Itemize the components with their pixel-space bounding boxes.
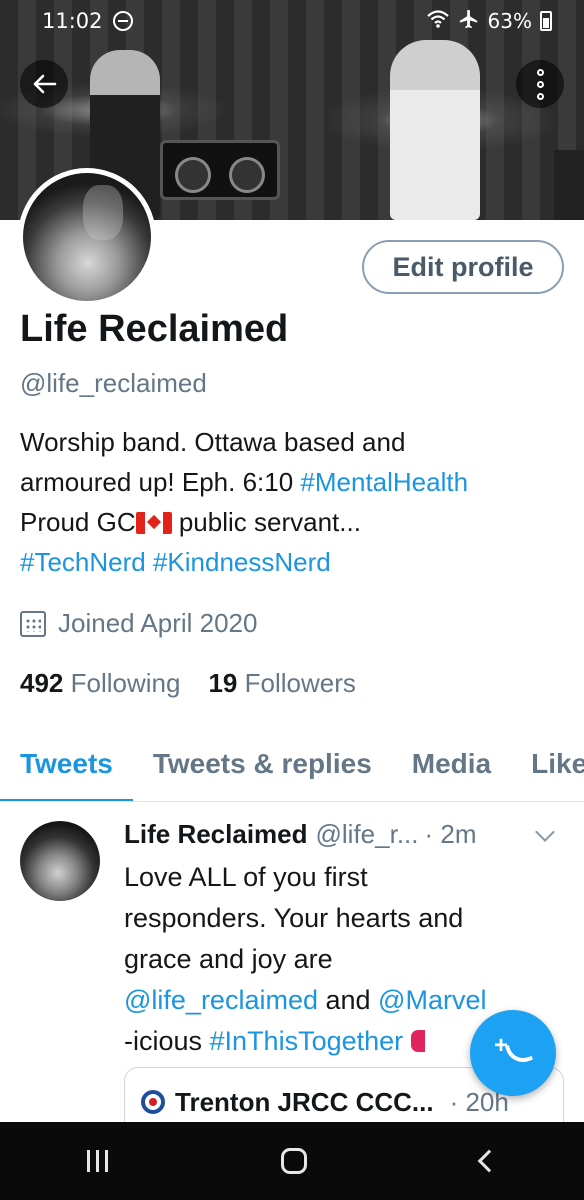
following-count: 492 (20, 668, 64, 698)
tweet-line: responders. Your hearts and (124, 903, 464, 933)
battery-icon (540, 11, 552, 31)
quoted-tweet-author: Trenton JRCC CCC... (175, 1086, 434, 1117)
bio-text: armoured up! Eph. 6:10 (20, 467, 301, 497)
tweet-time: · 2m (424, 819, 477, 849)
banner-amplifier (160, 140, 280, 200)
rcaf-roundel-icon (141, 1090, 165, 1114)
joined-date: Joined April 2020 (20, 608, 257, 639)
profile-tabs: Tweets Tweets & replies Media Likes (0, 734, 584, 802)
profile-name: Life Reclaimed (20, 308, 289, 350)
compose-tweet-button[interactable]: + (470, 1010, 556, 1096)
bio-text: Proud GC (20, 507, 136, 537)
do-not-disturb-icon (112, 11, 133, 31)
following-label: Following (70, 668, 181, 698)
tweet-header: Life Reclaimed @life_r... · 2m (124, 819, 477, 850)
followers-link[interactable]: 19 Followers (208, 668, 355, 699)
tab-tweets-and-replies[interactable]: Tweets & replies (133, 734, 392, 801)
tweet-line: Love ALL of you first (124, 862, 368, 892)
back-arrow-icon (33, 74, 57, 94)
more-vertical-icon-dot (536, 92, 544, 100)
bio-line: Proud GC public servant... (20, 502, 570, 542)
heart-emoji-icon (410, 1030, 425, 1052)
back-icon[interactable] (477, 1149, 501, 1173)
banner-speaker-cabinet (554, 150, 584, 220)
more-vertical-icon-dot (536, 80, 544, 88)
mention-link[interactable]: @Marvel (378, 985, 486, 1015)
follow-counts: 492 Following 19 Followers (20, 668, 356, 699)
chevron-down-icon[interactable] (535, 822, 555, 842)
tweet-avatar[interactable] (20, 821, 100, 901)
hashtag-link[interactable]: #MentalHealth (300, 467, 468, 497)
battery-percent: 63% (487, 9, 532, 33)
wifi-icon (426, 9, 450, 34)
followers-label: Followers (244, 668, 356, 698)
bio-line: Worship band. Ottawa based and (20, 427, 406, 457)
status-right-group: 63% (426, 8, 552, 35)
tweet-author-name[interactable]: Life Reclaimed (124, 819, 308, 850)
followers-count: 19 (208, 668, 238, 698)
tab-media[interactable]: Media (392, 734, 511, 801)
bio-text: public servant... (171, 507, 361, 537)
tweet-text-segment: -icious (124, 1026, 210, 1056)
hashtag-link[interactable]: #TechNerd (20, 547, 146, 577)
tweet-line: grace and joy are (124, 944, 333, 974)
banner-guitarist-right (390, 40, 480, 220)
following-link[interactable]: 492 Following (20, 668, 180, 699)
profile-handle: @life_reclaimed (20, 368, 207, 398)
more-vertical-icon (536, 68, 544, 76)
edit-profile-button[interactable]: Edit profile (362, 240, 564, 294)
tab-tweets[interactable]: Tweets (0, 734, 133, 801)
recent-apps-icon[interactable] (86, 1150, 108, 1172)
joined-text: Joined April 2020 (58, 608, 258, 638)
back-button[interactable] (20, 60, 68, 108)
mention-link[interactable]: @life_reclaimed (124, 985, 318, 1015)
profile-bio: Worship band. Ottawa based and armoured … (20, 422, 570, 582)
status-time: 11:02 (42, 9, 103, 33)
tweet-author-handle[interactable]: @life_r... (316, 819, 419, 850)
hashtag-link[interactable]: #KindnessNerd (153, 547, 331, 577)
profile-avatar[interactable] (18, 168, 156, 306)
compose-tweet-icon (504, 1038, 534, 1068)
home-icon[interactable] (281, 1148, 308, 1174)
system-navigation-bar (0, 1122, 584, 1200)
bio-line: #TechNerd #KindnessNerd (20, 542, 570, 582)
tweet-text-segment: and (317, 985, 379, 1015)
tab-likes[interactable]: Likes (511, 734, 584, 801)
status-bar: 11:02 63% (0, 0, 584, 42)
canada-flag-icon (135, 512, 172, 534)
bio-line: armoured up! Eph. 6:10 #MentalHealth (20, 462, 570, 502)
airplane-icon (458, 8, 480, 35)
calendar-icon (20, 610, 46, 637)
hashtag-link[interactable]: #InThisTogether (210, 1026, 404, 1056)
more-options-button[interactable] (516, 60, 564, 108)
